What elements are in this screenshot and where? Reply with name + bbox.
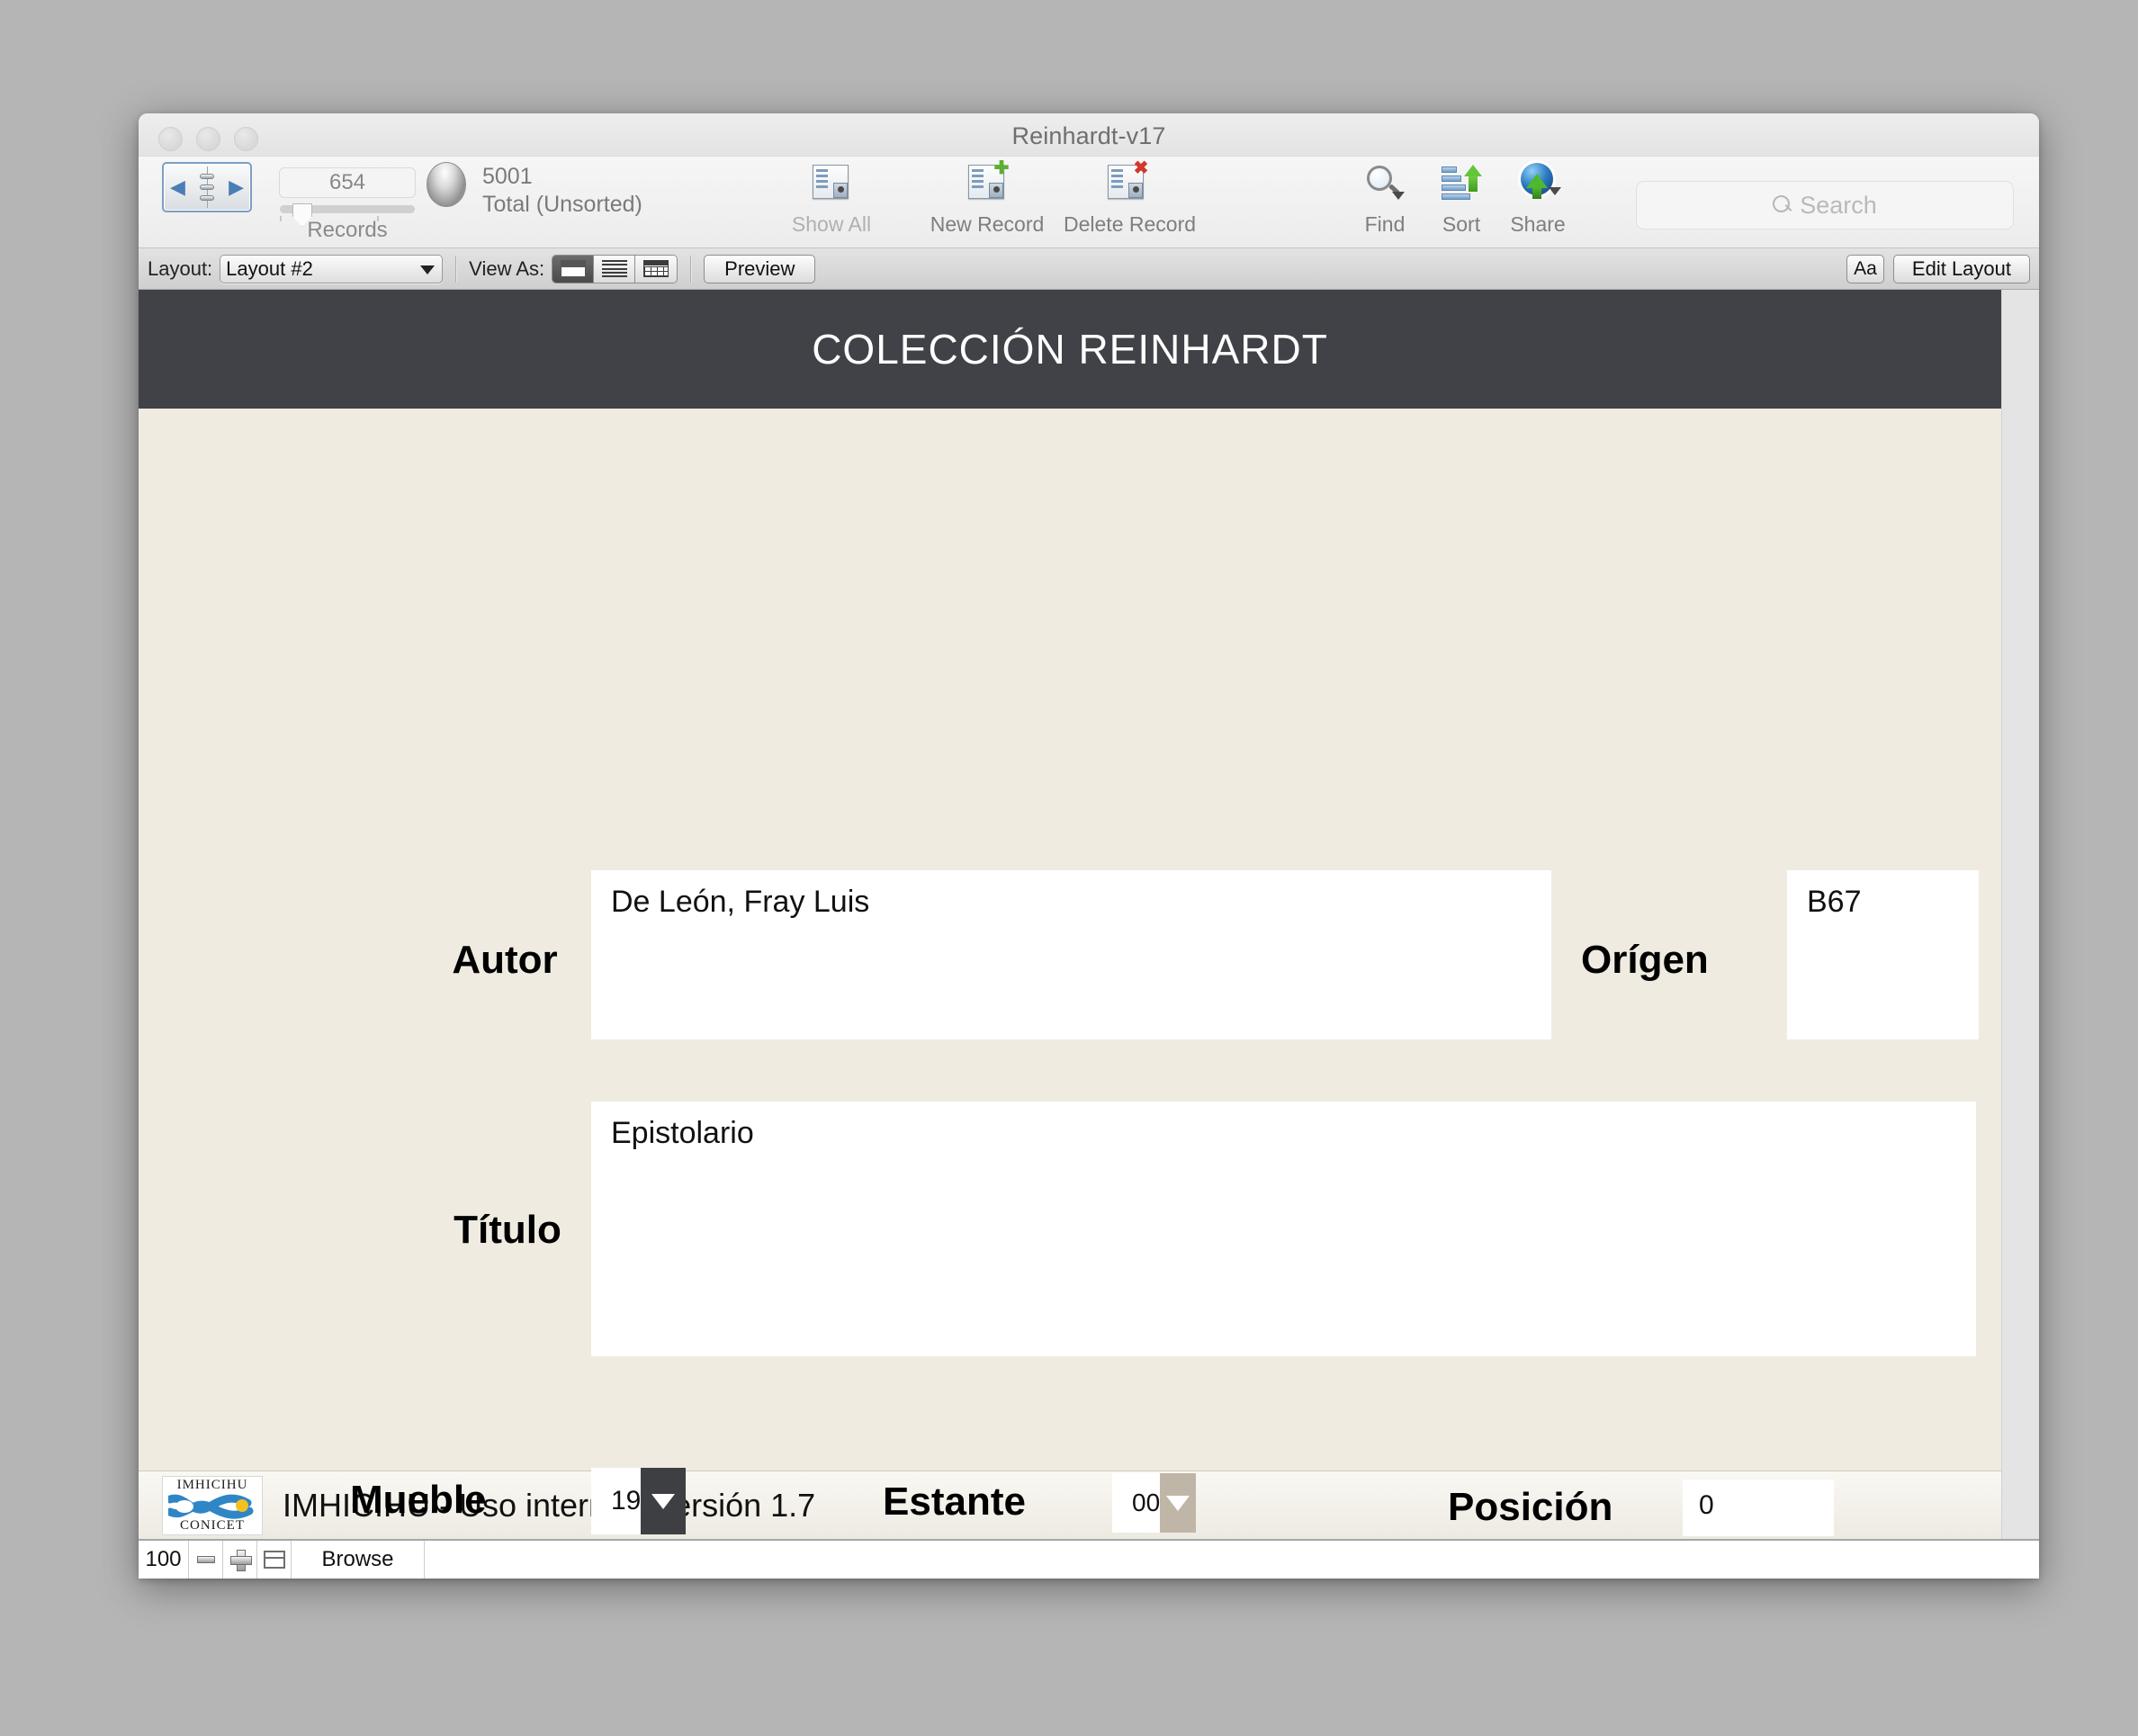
form-body: Autor De León, Fray Luis Orígen B67 Títu… — [139, 409, 2001, 1471]
mueble-dropdown[interactable]: 19 — [591, 1468, 686, 1534]
sort-status-indicator[interactable] — [427, 162, 466, 207]
search-input[interactable]: Search — [1636, 181, 2014, 229]
origen-label: Orígen — [1581, 938, 1709, 983]
records-label: Records — [279, 218, 416, 243]
status-toggle-icon — [264, 1551, 285, 1569]
search-placeholder: Search — [1800, 192, 1877, 220]
view-as-form-button[interactable] — [552, 256, 594, 283]
search-icon — [1773, 195, 1792, 215]
show-all-button[interactable]: Show All — [768, 160, 894, 237]
status-bar: 100 Browse — [139, 1539, 2039, 1579]
book-spine-icon — [199, 172, 215, 202]
edit-layout-button[interactable]: Edit Layout — [1893, 255, 2030, 283]
current-record-number[interactable]: 654 — [279, 167, 416, 198]
record-plus-icon: ✚ — [924, 160, 1050, 207]
zoom-in-icon — [230, 1550, 250, 1570]
layout-select-value: Layout #2 — [226, 257, 313, 281]
text-format-button[interactable]: Aa — [1846, 255, 1884, 283]
delete-record-button[interactable]: ✖ Delete Record — [1064, 160, 1190, 237]
form-view: COLECCIÓN REINHARDT Autor De León, Fray … — [139, 290, 2001, 1539]
estante-label: Estante — [883, 1480, 1026, 1525]
window-title: Reinhardt-v17 — [139, 122, 2039, 150]
estante-dropdown[interactable]: 00 — [1112, 1473, 1196, 1533]
logo-wave-icon — [168, 1494, 258, 1519]
page-title: COLECCIÓN REINHARDT — [812, 325, 1328, 373]
records-stack-icon — [768, 160, 894, 207]
table-view-icon — [643, 260, 669, 277]
show-all-label: Show All — [768, 212, 894, 237]
application-window: Reinhardt-v17 ◀ ▶ 654 Records 5001 Total… — [139, 113, 2039, 1579]
previous-record-arrow-icon[interactable]: ◀ — [170, 177, 185, 197]
autor-field[interactable]: De León, Fray Luis — [591, 870, 1551, 1039]
record-delete-icon: ✖ — [1064, 160, 1190, 207]
new-record-button[interactable]: ✚ New Record — [924, 160, 1050, 237]
zoom-level: 100 — [139, 1541, 189, 1579]
imhicihu-conicet-logo: IMHICIHU CONICET — [162, 1476, 263, 1535]
next-record-arrow-icon[interactable]: ▶ — [229, 177, 244, 197]
form-header-band: COLECCIÓN REINHARDT — [139, 290, 2001, 409]
logo-bottom-text: CONICET — [163, 1518, 262, 1534]
view-as-list-button[interactable] — [594, 256, 635, 283]
record-total-info: 5001 Total (Unsorted) — [482, 163, 642, 219]
titulo-field[interactable]: Epistolario — [591, 1102, 1976, 1356]
mueble-value: 19 — [591, 1468, 641, 1534]
share-chevron-down-icon[interactable] — [1549, 187, 1561, 195]
delete-record-label: Delete Record — [1064, 212, 1190, 237]
posicion-field[interactable]: 0 — [1683, 1480, 1834, 1536]
record-slider[interactable] — [280, 205, 415, 213]
layout-select[interactable]: Layout #2 — [220, 255, 443, 283]
zoom-out-icon — [197, 1556, 215, 1563]
view-as-table-button[interactable] — [635, 256, 677, 283]
list-view-icon — [602, 260, 627, 277]
view-as-label: View As: — [469, 257, 544, 281]
posicion-label: Posición — [1448, 1485, 1612, 1530]
preview-button[interactable]: Preview — [704, 255, 815, 283]
total-label: Total (Unsorted) — [482, 191, 642, 219]
divider — [455, 256, 456, 283]
window-titlebar: Reinhardt-v17 — [139, 113, 2039, 157]
form-view-icon — [561, 260, 586, 277]
layout-bar-right-group: Aa Edit Layout — [1846, 255, 2030, 283]
share-label: Share — [1475, 212, 1601, 237]
layout-label: Layout: — [148, 257, 212, 281]
zoom-in-button[interactable] — [223, 1541, 257, 1579]
divider — [690, 256, 691, 283]
chevron-down-icon — [420, 265, 435, 274]
share-button[interactable]: Share — [1475, 160, 1601, 237]
content-area: COLECCIÓN REINHARDT Autor De León, Fray … — [139, 290, 2039, 1539]
share-globe-icon — [1475, 160, 1601, 207]
layout-bar: Layout: Layout #2 View As: Preview Aa Ed… — [139, 248, 2039, 290]
estante-chevron-down-icon[interactable] — [1160, 1473, 1196, 1533]
mode-indicator[interactable]: Browse — [292, 1541, 425, 1579]
zoom-out-button[interactable] — [189, 1541, 223, 1579]
estante-value: 00 — [1112, 1473, 1160, 1533]
new-record-label: New Record — [924, 212, 1050, 237]
record-navigation-book[interactable]: ◀ ▶ — [162, 162, 252, 212]
logo-top-text: IMHICIHU — [163, 1478, 262, 1493]
status-toolbar-toggle-button[interactable] — [257, 1541, 292, 1579]
origen-field[interactable]: B67 — [1787, 870, 1979, 1039]
status-bar-filler — [425, 1541, 2039, 1579]
vertical-scrollbar[interactable] — [2001, 290, 2039, 1539]
total-count: 5001 — [482, 163, 642, 191]
view-as-group — [552, 255, 678, 283]
mueble-label: Mueble — [350, 1478, 487, 1523]
mueble-chevron-down-icon[interactable] — [641, 1468, 686, 1534]
main-toolbar: ◀ ▶ 654 Records 5001 Total (Unsorted) — [139, 157, 2039, 248]
